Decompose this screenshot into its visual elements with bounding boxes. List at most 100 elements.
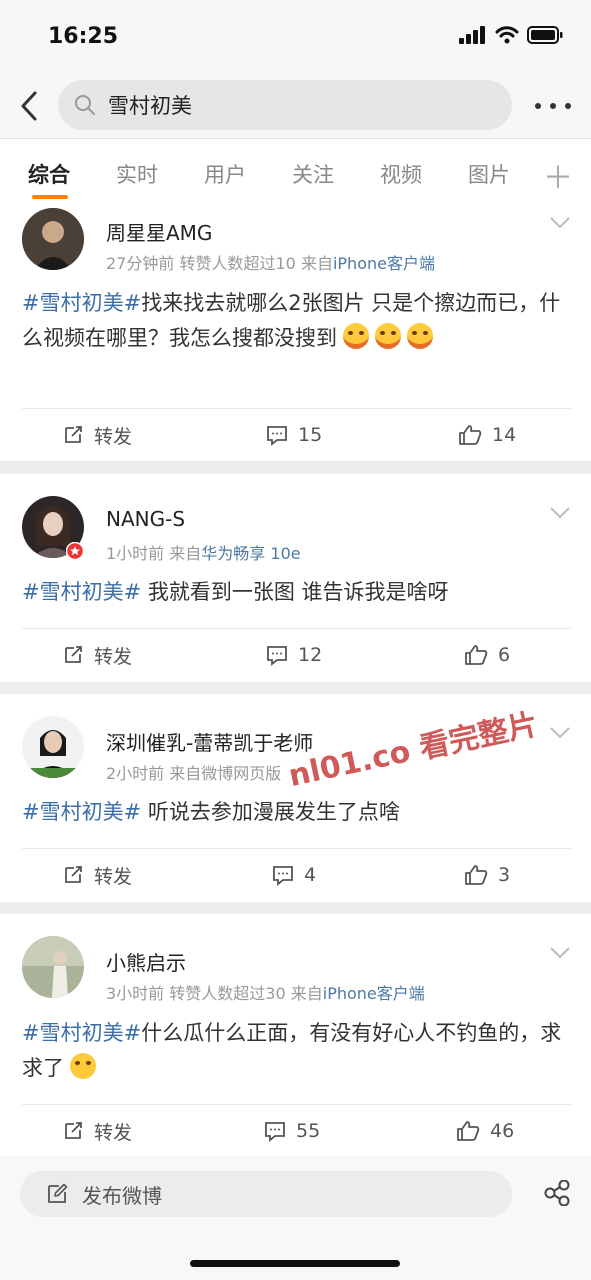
post-author[interactable]: 深圳催乳-蕾蒂凯于老师	[106, 727, 313, 756]
chevron-down-icon[interactable]	[549, 946, 571, 960]
thumbs-up-icon	[465, 865, 488, 885]
comment-icon	[267, 646, 287, 666]
comment-button[interactable]: 15	[266, 409, 322, 461]
like-button[interactable]: 3	[464, 849, 510, 901]
repost-icon	[65, 426, 82, 443]
post-author[interactable]: 小熊启示	[106, 947, 186, 976]
chevron-down-icon[interactable]	[549, 726, 571, 740]
repost-icon	[65, 866, 82, 883]
share-icon[interactable]	[543, 1180, 571, 1206]
like-button[interactable]: 6	[464, 629, 510, 681]
tab-users[interactable]: 用户	[204, 159, 246, 189]
avatar-image	[22, 208, 84, 270]
like-count: 14	[492, 424, 517, 446]
post-hashtag[interactable]: #雪村初美#	[22, 800, 141, 824]
avatar-image	[22, 716, 84, 778]
tab-following[interactable]: 关注	[292, 159, 334, 189]
repost-button[interactable]: 转发	[62, 849, 132, 901]
more-dot-icon	[550, 103, 556, 109]
post-extra: 转赞人数超过30	[169, 984, 286, 1003]
post-card[interactable]: NANG-S 1小时前 来自华为畅享 10e #雪村初美# 我就看到一张图 谁告…	[0, 474, 591, 682]
add-tab-icon[interactable]: ＋	[543, 153, 573, 197]
verified-badge-icon	[66, 542, 84, 560]
post-text: 我就看到一张图 谁告诉我是啥呀	[141, 580, 449, 604]
tab-videos[interactable]: 视频	[380, 159, 422, 189]
comment-button[interactable]: 4	[272, 849, 316, 901]
like-count: 6	[498, 644, 511, 666]
more-dot-icon	[565, 103, 571, 109]
battery-icon	[527, 26, 563, 44]
status-time: 16:25	[48, 24, 119, 49]
comment-icon	[273, 866, 293, 886]
post-time: 27分钟前	[106, 254, 175, 273]
repost-label: 转发	[94, 865, 133, 888]
wifi-icon	[495, 26, 519, 44]
post-content: #雪村初美# 听说去参加漫展发生了点啥	[22, 795, 570, 830]
post-source[interactable]: iPhone客户端	[323, 984, 425, 1003]
tab-images[interactable]: 图片	[468, 159, 510, 189]
status-bar: 16:25	[0, 0, 591, 76]
compose-label: 发布微博	[82, 1183, 162, 1208]
post-card[interactable]: 小熊启示 3小时前 转赞人数超过30 来自iPhone客户端 #雪村初美#什么瓜…	[0, 914, 591, 1156]
compose-post-button[interactable]: 发布微博	[20, 1171, 512, 1217]
laughing-crying-emoji-icon	[375, 323, 401, 349]
post-from: 来自	[169, 544, 202, 563]
post-hashtag[interactable]: #雪村初美#	[22, 580, 141, 604]
search-header: 雪村初美	[0, 76, 591, 138]
post-card[interactable]: 周星星AMG 27分钟前 转赞人数超过10 来自iPhone客户端 #雪村初美#…	[0, 204, 591, 461]
comment-count: 4	[304, 864, 317, 886]
post-source[interactable]: iPhone客户端	[333, 254, 435, 273]
chevron-down-icon[interactable]	[549, 216, 571, 230]
repost-label: 转发	[94, 645, 133, 668]
repost-button[interactable]: 转发	[62, 409, 132, 461]
comment-button[interactable]: 55	[264, 1105, 320, 1157]
post-time: 1小时前	[106, 544, 165, 563]
post-actions: 转发 15 14	[0, 409, 591, 461]
post-meta: 27分钟前 转赞人数超过10 来自iPhone客户端	[106, 250, 435, 274]
repost-button[interactable]: 转发	[62, 629, 132, 681]
post-hashtag[interactable]: #雪村初美#	[22, 291, 141, 315]
chevron-left-icon	[21, 91, 37, 121]
comment-button[interactable]: 12	[266, 629, 322, 681]
comment-icon	[265, 1122, 285, 1142]
post-from: 来自	[300, 254, 333, 273]
laughing-crying-emoji-icon	[407, 323, 433, 349]
post-hashtag[interactable]: #雪村初美#	[22, 1021, 141, 1045]
post-content: #雪村初美#找来找去就哪么2张图片 只是个擦边而已，什么视频在哪里？我怎么搜都没…	[22, 286, 570, 356]
repost-label: 转发	[94, 1121, 133, 1144]
post-from: 来自	[290, 984, 323, 1003]
tab-comprehensive[interactable]: 综合	[28, 159, 70, 189]
comment-count: 12	[298, 644, 323, 666]
like-button[interactable]: 14	[458, 409, 516, 461]
avatar[interactable]	[22, 208, 84, 270]
post-text: 听说去参加漫展发生了点啥	[141, 800, 400, 824]
post-author[interactable]: 周星星AMG	[106, 217, 212, 246]
edit-icon	[48, 1183, 68, 1203]
back-button[interactable]	[14, 86, 44, 126]
post-extra: 转赞人数超过10	[179, 254, 296, 273]
chevron-down-icon[interactable]	[549, 506, 571, 520]
signal-icon	[459, 26, 485, 44]
more-dot-icon	[535, 103, 541, 109]
post-meta: 1小时前 来自华为畅享 10e	[106, 540, 301, 564]
pleading-face-emoji-icon	[70, 1053, 96, 1079]
search-tabs: 综合 实时 用户 关注 视频 图片 ＋	[0, 138, 591, 204]
search-icon	[75, 95, 95, 115]
post-actions: 转发 12 6	[0, 629, 591, 681]
thumbs-up-icon	[465, 645, 488, 665]
post-content: #雪村初美#什么瓜什么正面，有没有好心人不钓鱼的，求求了	[22, 1016, 570, 1086]
post-content: #雪村初美# 我就看到一张图 谁告诉我是啥呀	[22, 575, 570, 610]
post-source[interactable]: 华为畅享 10e	[201, 544, 300, 563]
tab-realtime[interactable]: 实时	[116, 159, 158, 189]
post-author[interactable]: NANG-S	[106, 507, 185, 531]
avatar[interactable]	[22, 936, 84, 998]
post-meta: 3小时前 转赞人数超过30 来自iPhone客户端	[106, 980, 425, 1004]
active-tab-indicator	[32, 195, 68, 199]
thumbs-up-icon	[457, 1121, 480, 1141]
like-button[interactable]: 46	[456, 1105, 514, 1157]
repost-button[interactable]: 转发	[62, 1105, 132, 1157]
avatar[interactable]	[22, 716, 84, 778]
more-options-button[interactable]	[535, 94, 571, 118]
search-input[interactable]: 雪村初美	[58, 80, 512, 130]
avatar-image	[22, 936, 84, 998]
